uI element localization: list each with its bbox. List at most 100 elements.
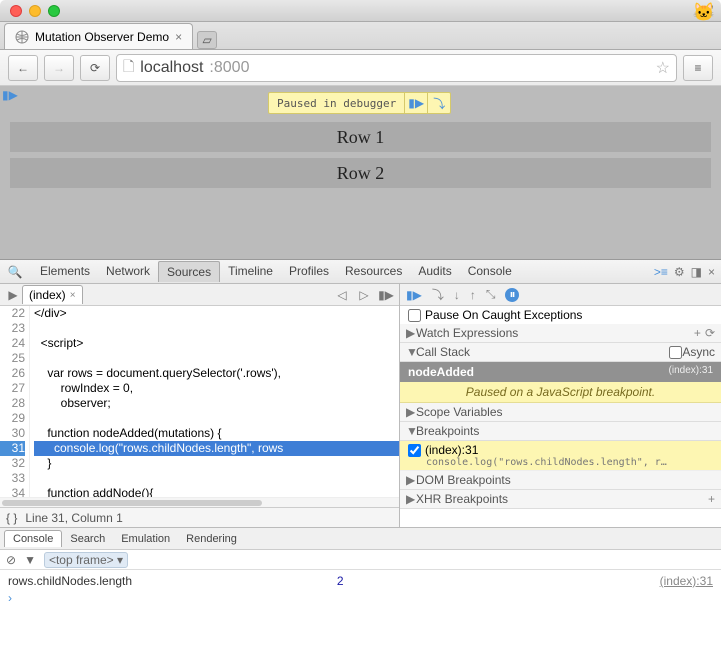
drawer-tab-rendering[interactable]: Rendering <box>178 531 245 547</box>
devtools-body: ▶ (index) × ◁ ▷ ▮▶ 222324252627282930313… <box>0 284 721 528</box>
xhr-bp-section-header[interactable]: ▶XHR Breakpoints + <box>400 490 721 509</box>
menu-button[interactable]: ≡ <box>683 55 713 81</box>
content-row: Row 1 <box>10 122 711 152</box>
debugger-paused-overlay: Paused in debugger ▮▶ ⤵ <box>268 92 451 114</box>
panel-elements[interactable]: Elements <box>32 261 98 282</box>
callstack-frame[interactable]: nodeAdded (index):31 <box>400 362 721 382</box>
resume-button[interactable]: ▮▶ <box>406 288 422 302</box>
debugger-sidebar: ▮▶ ⤵ ↓ ↑ ⤡ ⏸ Pause On Caught Exceptions … <box>400 284 721 527</box>
address-bar[interactable]: 🗋 localhost:8000 ☆ <box>116 54 677 82</box>
resume-overlay-icon[interactable]: ▮▶ <box>2 88 18 102</box>
clear-console-icon[interactable]: ⊘ <box>6 553 16 567</box>
close-devtools-icon[interactable]: × <box>708 265 715 279</box>
step-over-button[interactable]: ⤵ <box>432 286 444 303</box>
pretty-print-icon[interactable]: { } <box>6 511 17 525</box>
console-output[interactable]: rows.childNodes.length 2 (index):31 › <box>0 570 721 609</box>
url-host: localhost <box>140 59 203 77</box>
close-file-icon[interactable]: × <box>70 290 76 301</box>
async-checkbox[interactable] <box>669 346 682 359</box>
reload-button[interactable]: ⟳ <box>80 55 110 81</box>
log-source-link[interactable]: (index):31 <box>660 574 713 588</box>
favicon-icon <box>15 30 29 44</box>
extension-icon[interactable]: 🐱 <box>693 2 715 23</box>
sources-pane: ▶ (index) × ◁ ▷ ▮▶ 222324252627282930313… <box>0 284 400 527</box>
source-file-tabbar: ▶ (index) × ◁ ▷ ▮▶ <box>0 284 399 306</box>
breakpoint-code: console.log("rows.childNodes.length", r… <box>408 457 713 468</box>
add-xhr-bp-icon[interactable]: + <box>708 492 715 506</box>
horizontal-scrollbar[interactable] <box>0 497 399 507</box>
dom-bp-section-header[interactable]: ▶DOM Breakpoints <box>400 471 721 490</box>
filter-icon[interactable]: ▼ <box>24 553 36 567</box>
line-gutter[interactable]: 22232425262728293031323334353637 <box>0 306 30 497</box>
step-out-button[interactable]: ↑ <box>470 288 476 302</box>
source-statusbar: { } Line 31, Column 1 <box>0 507 399 527</box>
breakpoints-section-header[interactable]: ▼Breakpoints <box>400 422 721 441</box>
breakpoint-item[interactable]: (index):31 console.log("rows.childNodes.… <box>400 441 721 471</box>
history-fwd-icon[interactable]: ▷ <box>355 288 373 302</box>
show-navigator-icon[interactable]: ▶ <box>4 288 22 302</box>
panel-resources[interactable]: Resources <box>337 261 410 282</box>
bookmark-star-icon[interactable]: ☆ <box>656 58 670 78</box>
minimize-window-button[interactable] <box>29 5 41 17</box>
drawer-tab-emulation[interactable]: Emulation <box>113 531 178 547</box>
overlay-step-button[interactable]: ⤵ <box>428 95 450 112</box>
panel-profiles[interactable]: Profiles <box>281 261 337 282</box>
pause-caught-row: Pause On Caught Exceptions <box>400 306 721 324</box>
deactivate-bp-button[interactable]: ⤡ <box>486 287 496 302</box>
zoom-window-button[interactable] <box>48 5 60 17</box>
pause-exceptions-button[interactable]: ⏸ <box>505 288 519 302</box>
settings-gear-icon[interactable]: ⚙ <box>674 265 685 279</box>
close-window-button[interactable] <box>10 5 22 17</box>
toggle-drawer-icon[interactable]: >≡ <box>654 265 668 279</box>
tab-title: Mutation Observer Demo <box>35 30 169 44</box>
panel-network[interactable]: Network <box>98 261 158 282</box>
panel-sources[interactable]: Sources <box>158 261 220 282</box>
breakpoint-checkbox[interactable] <box>408 444 421 457</box>
breakpoint-location: (index):31 <box>425 443 478 457</box>
dock-side-icon[interactable]: ◨ <box>691 265 702 279</box>
log-text: rows.childNodes.length <box>8 574 331 588</box>
debugger-controls: ▮▶ ⤵ ↓ ↑ ⤡ ⏸ <box>400 284 721 306</box>
overlay-resume-button[interactable]: ▮▶ <box>405 96 427 110</box>
panel-audits[interactable]: Audits <box>410 261 459 282</box>
panel-timeline[interactable]: Timeline <box>220 261 281 282</box>
log-value: 2 <box>337 574 660 588</box>
console-log-entry: rows.childNodes.length 2 (index):31 <box>8 574 713 588</box>
panel-console[interactable]: Console <box>460 261 520 282</box>
devtools-toolbar: 🔍 Elements Network Sources Timeline Prof… <box>0 260 721 284</box>
frame-selector[interactable]: <top frame> ▾ <box>44 552 128 568</box>
console-prompt[interactable]: › <box>8 591 713 605</box>
browser-tab[interactable]: Mutation Observer Demo × <box>4 23 193 49</box>
url-port: :8000 <box>209 59 249 77</box>
close-tab-icon[interactable]: × <box>175 30 182 44</box>
new-tab-button[interactable]: ▱ <box>197 31 217 49</box>
drawer-tab-search[interactable]: Search <box>62 531 113 547</box>
pause-caught-checkbox[interactable] <box>408 309 421 322</box>
devtools-panel-tabs: Elements Network Sources Timeline Profil… <box>28 261 520 282</box>
code-text[interactable]: </div> <script> var rows = document.quer… <box>30 306 399 497</box>
drawer-tab-console[interactable]: Console <box>4 530 62 547</box>
history-back-icon[interactable]: ◁ <box>333 288 351 302</box>
paused-label: Paused in debugger <box>269 97 404 110</box>
watch-section-header[interactable]: ▶Watch Expressions + ⟳ <box>400 324 721 343</box>
callstack-section-header[interactable]: ▼Call Stack Async <box>400 343 721 362</box>
browser-tabstrip: Mutation Observer Demo × ▱ <box>0 22 721 50</box>
console-toolbar: ⊘ ▼ <top frame> ▾ <box>0 550 721 570</box>
code-editor[interactable]: 22232425262728293031323334353637 </div> … <box>0 306 399 497</box>
add-watch-icon[interactable]: + <box>694 326 701 340</box>
frame-location: (index):31 <box>669 365 713 379</box>
inspect-icon[interactable]: 🔍 <box>6 263 24 281</box>
refresh-watch-icon[interactable]: ⟳ <box>705 326 715 340</box>
drawer-tabs: Console Search Emulation Rendering <box>0 528 721 550</box>
back-button[interactable]: ← <box>8 55 38 81</box>
pause-reason: Paused on a JavaScript breakpoint. <box>400 382 721 403</box>
step-into-button[interactable]: ↓ <box>454 288 460 302</box>
pause-caught-label: Pause On Caught Exceptions <box>425 308 582 322</box>
cursor-position: Line 31, Column 1 <box>25 511 122 525</box>
source-file-tab[interactable]: (index) × <box>22 285 83 304</box>
page-viewport: ▮▶ Paused in debugger ▮▶ ⤵ Row 1 Row 2 <box>0 86 721 260</box>
forward-button[interactable]: → <box>44 55 74 81</box>
content-row: Row 2 <box>10 158 711 188</box>
scope-section-header[interactable]: ▶Scope Variables <box>400 403 721 422</box>
show-debugger-icon[interactable]: ▮▶ <box>377 288 395 302</box>
